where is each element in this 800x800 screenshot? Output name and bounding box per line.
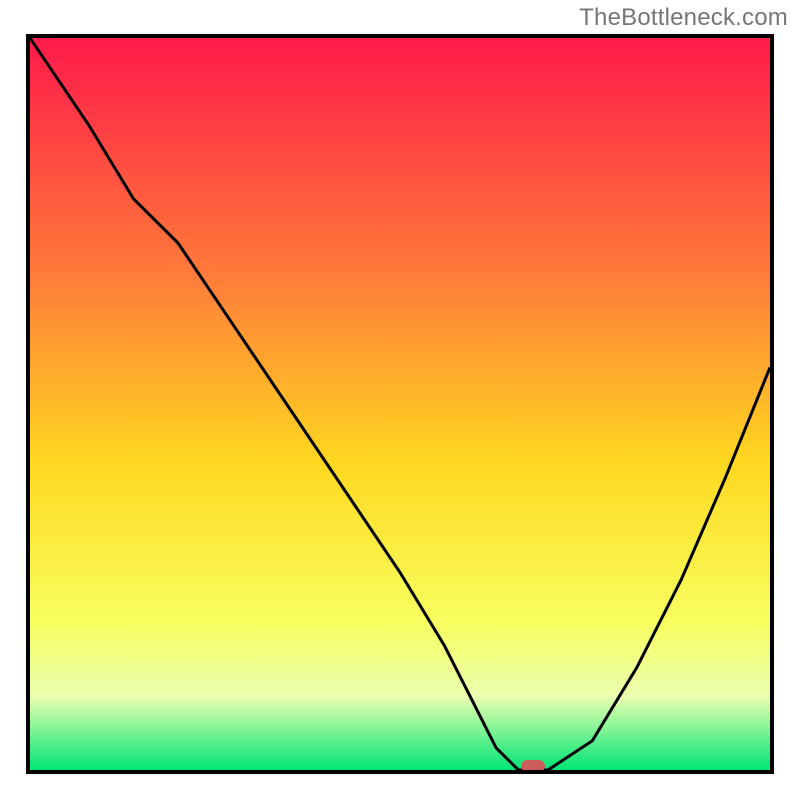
- optimal-marker: [521, 760, 545, 772]
- curve-layer: [30, 38, 770, 770]
- plot-frame: [26, 34, 774, 774]
- bottleneck-curve-path: [30, 38, 770, 770]
- chart-container: TheBottleneck.com: [0, 0, 800, 800]
- watermark-text: TheBottleneck.com: [579, 4, 788, 32]
